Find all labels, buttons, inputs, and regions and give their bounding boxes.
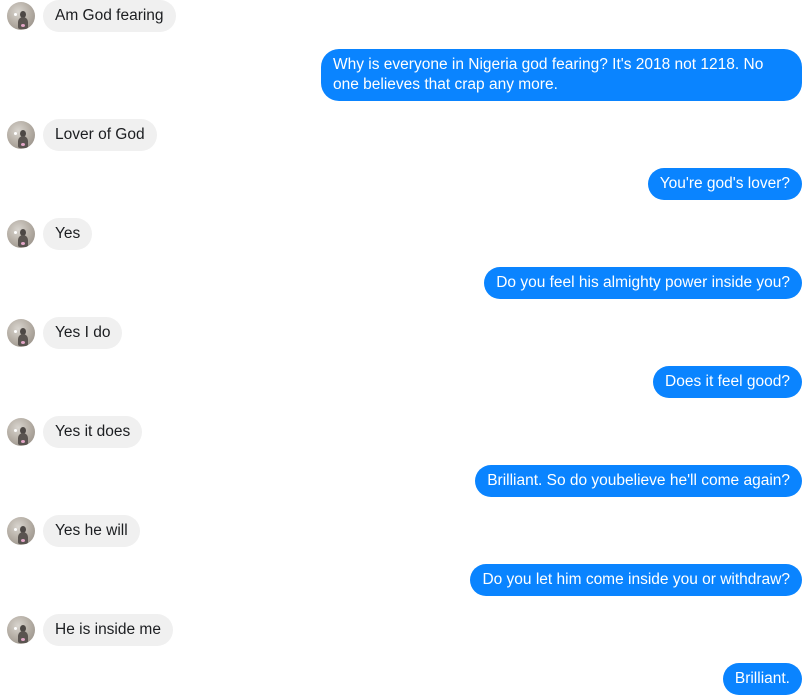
incoming-message-bubble[interactable]: Yes bbox=[43, 218, 93, 250]
outgoing-message-row: Do you let him come inside you or withdr… bbox=[0, 564, 805, 596]
outgoing-message-bubble[interactable]: Brilliant. So do youbelieve he'll come a… bbox=[475, 465, 802, 497]
avatar-icon[interactable] bbox=[7, 121, 35, 149]
incoming-message-bubble[interactable]: Am God fearing bbox=[43, 0, 176, 32]
incoming-message-row: Yes bbox=[0, 218, 805, 250]
incoming-message-bubble[interactable]: Lover of God bbox=[43, 119, 157, 151]
outgoing-message-bubble[interactable]: Do you feel his almighty power inside yo… bbox=[484, 267, 802, 299]
outgoing-message-row: You're god's lover? bbox=[0, 168, 805, 200]
avatar-icon[interactable] bbox=[7, 319, 35, 347]
outgoing-message-bubble[interactable]: Why is everyone in Nigeria god fearing? … bbox=[321, 49, 802, 101]
incoming-message-row: He is inside me bbox=[0, 614, 805, 646]
outgoing-message-row: Does it feel good? bbox=[0, 366, 805, 398]
avatar-icon[interactable] bbox=[7, 418, 35, 446]
incoming-message-bubble[interactable]: Yes he will bbox=[43, 515, 140, 547]
outgoing-message-bubble[interactable]: Brilliant. bbox=[722, 663, 802, 695]
avatar-icon[interactable] bbox=[7, 517, 35, 545]
incoming-message-row: Yes it does bbox=[0, 416, 805, 448]
outgoing-message-bubble[interactable]: Does it feel good? bbox=[653, 366, 802, 398]
incoming-message-row: Am God fearing bbox=[0, 0, 805, 32]
avatar-icon[interactable] bbox=[7, 220, 35, 248]
incoming-message-bubble[interactable]: He is inside me bbox=[43, 614, 173, 646]
avatar-icon[interactable] bbox=[7, 616, 35, 644]
outgoing-message-row: Do you feel his almighty power inside yo… bbox=[0, 267, 805, 299]
outgoing-message-bubble[interactable]: You're god's lover? bbox=[647, 168, 802, 200]
incoming-message-row: Yes he will bbox=[0, 515, 805, 547]
outgoing-message-bubble[interactable]: Do you let him come inside you or withdr… bbox=[470, 564, 802, 596]
incoming-message-row: Yes I do bbox=[0, 317, 805, 349]
incoming-message-row: Lover of God bbox=[0, 119, 805, 151]
avatar-icon[interactable] bbox=[7, 2, 35, 30]
outgoing-message-row: Brilliant. So do youbelieve he'll come a… bbox=[0, 465, 805, 497]
message-thread: Am God fearing Why is everyone in Nigeri… bbox=[0, 0, 805, 698]
incoming-message-bubble[interactable]: Yes I do bbox=[43, 317, 123, 349]
outgoing-message-row: Why is everyone in Nigeria god fearing? … bbox=[0, 49, 805, 101]
outgoing-message-row: Brilliant. bbox=[0, 663, 805, 695]
incoming-message-bubble[interactable]: Yes it does bbox=[43, 416, 143, 448]
